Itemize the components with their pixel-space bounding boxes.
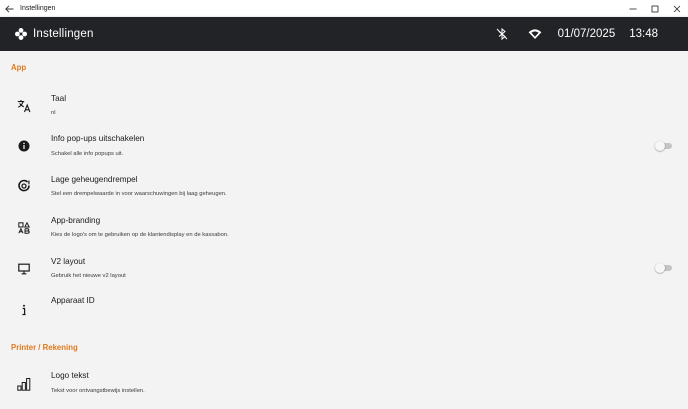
setting-low-memory[interactable]: Lage geheugendrempel Stel een drempelwaa… [0, 172, 688, 212]
setting-subtitle: Stel een drempelwaarde in voor waarschuw… [51, 191, 227, 197]
maximize-button[interactable] [644, 0, 666, 17]
section-title-printer: Printer / Rekening [11, 343, 78, 352]
setting-info-popups[interactable]: Info pop-ups uitschakelen Schakel alle i… [0, 131, 688, 171]
date-display: 01/07/2025 [557, 28, 616, 40]
memory-alert-icon [17, 179, 31, 193]
setting-title: Apparaat ID [51, 296, 95, 305]
setting-subtitle: Schakel alle info popups uit. [51, 151, 124, 157]
window-title: Instellingen [20, 5, 56, 12]
setting-subtitle: Kies de logo's om te gebruiken op de kla… [51, 232, 229, 238]
setting-title: Lage geheugendrempel [51, 175, 138, 184]
translate-icon [17, 99, 31, 113]
window-titlebar: Instellingen [0, 0, 688, 18]
close-button[interactable] [666, 0, 688, 17]
back-arrow-icon[interactable] [0, 0, 18, 17]
setting-taal[interactable]: Taal nl [0, 89, 688, 129]
setting-title: Logo tekst [51, 371, 89, 380]
settings-list: App Taal nl Info pop-ups uitschakelen Sc… [0, 51, 688, 403]
setting-subtitle: nl [51, 110, 56, 116]
v2-layout-toggle[interactable] [655, 263, 673, 273]
section-title-app: App [11, 63, 27, 72]
minimize-button[interactable] [622, 0, 644, 17]
status-area: 01/07/2025 13:48 [495, 17, 688, 51]
branding-icon [17, 221, 31, 235]
setting-subtitle: Gebruik het nieuwe v2 layout [51, 273, 126, 279]
settings-logo-icon [14, 27, 28, 41]
monitor-icon [17, 262, 31, 276]
setting-logo-text[interactable]: Logo tekst Tekst voor ontvangstbewijs in… [0, 369, 688, 409]
setting-title: Taal [51, 94, 67, 103]
page-title: Instellingen [33, 28, 94, 40]
setting-title: Info pop-ups uitschakelen [51, 134, 145, 143]
bluetooth-disabled-icon[interactable] [495, 27, 509, 41]
signal-bars-icon [17, 377, 31, 391]
setting-title: V2 layout [51, 257, 86, 266]
info-letter-icon [17, 303, 31, 317]
wifi-icon[interactable] [528, 27, 542, 41]
setting-app-branding[interactable]: App-branding Kies de logo's om te gebrui… [0, 213, 688, 253]
setting-title: App-branding [51, 216, 101, 225]
setting-v2-layout[interactable]: V2 layout Gebruik het nieuwe v2 layout [0, 254, 688, 294]
info-popups-toggle[interactable] [655, 141, 673, 151]
setting-subtitle: Tekst voor ontvangstbewijs instellen. [51, 388, 145, 394]
window-controls [622, 0, 688, 17]
setting-device-id[interactable]: Apparaat ID [0, 295, 688, 335]
app-header: Instellingen 01/07/2025 13:48 [0, 17, 688, 51]
time-display: 13:48 [629, 28, 658, 40]
info-icon [17, 139, 31, 153]
